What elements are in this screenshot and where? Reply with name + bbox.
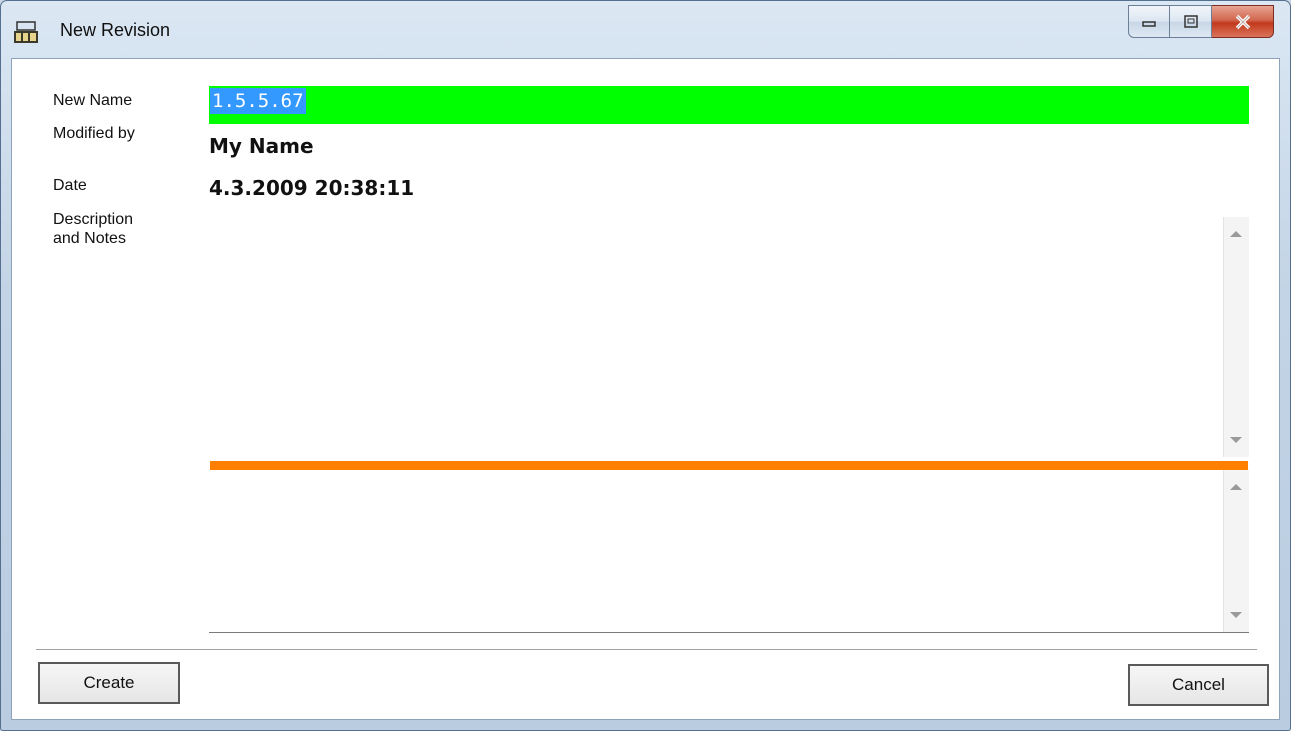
date-value: 4.3.2009 20:38:11 — [209, 176, 415, 200]
cancel-button[interactable]: Cancel — [1128, 664, 1269, 706]
description-label: Description and Notes — [53, 211, 134, 247]
notes-textarea[interactable] — [209, 470, 1249, 633]
new-name-label: New Name — [53, 92, 133, 109]
notes-scrollbar[interactable] — [1223, 470, 1249, 632]
dialog-content: New Name 1.5.5.67 Modified by My Name Da… — [11, 58, 1280, 720]
date-label: Date — [53, 177, 87, 194]
window-title: New Revision — [60, 20, 171, 40]
new-name-value[interactable]: 1.5.5.67 — [210, 88, 306, 114]
scroll-up-icon[interactable] — [1230, 231, 1242, 237]
app-logo-icon — [14, 21, 38, 43]
splitter-handle[interactable] — [210, 461, 1248, 470]
maximize-icon — [1183, 14, 1198, 28]
create-button[interactable]: Create — [38, 662, 180, 704]
separator-line — [36, 649, 1257, 651]
minimize-icon — [1142, 20, 1156, 27]
description-textarea[interactable] — [209, 217, 1249, 457]
close-icon — [1235, 14, 1250, 29]
maximize-button[interactable] — [1170, 5, 1212, 38]
modified-by-value: My Name — [209, 134, 314, 158]
close-button[interactable] — [1212, 5, 1274, 38]
title-bar[interactable]: New Revision — [1, 1, 1290, 61]
modified-by-label: Modified by — [53, 125, 135, 142]
minimize-button[interactable] — [1128, 5, 1170, 38]
scroll-down-icon[interactable] — [1230, 437, 1242, 443]
new-name-input[interactable]: 1.5.5.67 — [209, 86, 1249, 124]
description-scrollbar[interactable] — [1223, 217, 1249, 457]
window-controls — [1128, 5, 1274, 39]
scroll-up-icon[interactable] — [1230, 484, 1242, 490]
scroll-down-icon[interactable] — [1230, 612, 1242, 618]
new-revision-window: New Revision New Name 1.5.5.67 Modified … — [0, 0, 1291, 731]
